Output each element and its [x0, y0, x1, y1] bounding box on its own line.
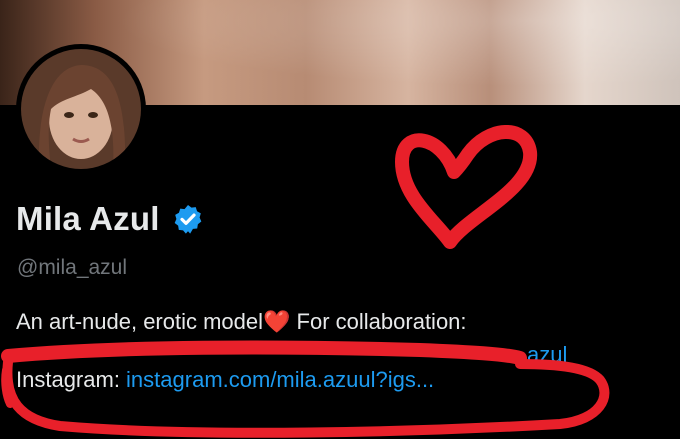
avatar[interactable]	[16, 44, 146, 174]
bio-collab-text: For collaboration:	[290, 309, 467, 334]
verified-badge-icon[interactable]	[172, 203, 204, 235]
user-handle: @mila_azul	[17, 256, 128, 279]
instagram-label: Instagram:	[16, 367, 127, 392]
heart-emoji-icon: ❤️	[263, 309, 291, 334]
name-row: Mila Azul	[16, 200, 204, 238]
display-name: Mila Azul	[16, 200, 160, 237]
bio-line-1: An art-nude, erotic model❤️ For collabor…	[16, 307, 666, 336]
profile-bio: An art-nude, erotic model❤️ For collabor…	[16, 307, 666, 399]
instagram-link[interactable]: instagram.com/mila.azuul?igs...	[126, 367, 434, 392]
heart-doodle-icon	[395, 125, 538, 249]
avatar-image	[21, 49, 141, 169]
bio-text: An art-nude, erotic model	[16, 309, 264, 334]
bio-line-3: Instagram: instagram.com/mila.azuul?igs.…	[16, 365, 666, 394]
